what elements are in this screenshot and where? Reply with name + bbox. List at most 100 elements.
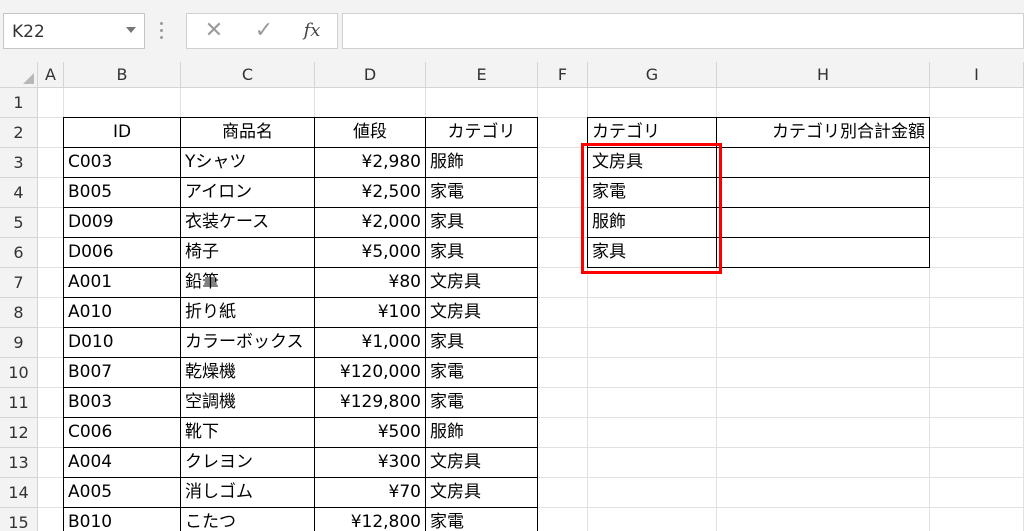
table1-cell-category[interactable]: 家具 [426,208,538,238]
table1-cell-id[interactable]: A005 [64,478,181,508]
column-header-d[interactable]: D [315,62,426,88]
row-header-15[interactable]: 15 [0,508,38,531]
table2-cell-total[interactable] [717,208,930,238]
row-header-14[interactable]: 14 [0,478,38,508]
cell[interactable] [588,88,717,118]
cell[interactable] [38,238,64,268]
cell[interactable] [930,178,1024,208]
table2-cell-category[interactable]: 服飾 [588,208,717,238]
cell[interactable] [717,508,930,531]
cell[interactable] [181,88,315,118]
table1-cell-category[interactable]: 文房具 [426,478,538,508]
table1-cell-price[interactable]: ¥5,000 [315,238,426,268]
cancel-icon[interactable]: ✕ [199,18,229,44]
cell[interactable] [64,88,181,118]
table1-header-price[interactable]: 値段 [315,118,426,148]
insert-function-button[interactable]: fx [297,18,327,44]
row-header-12[interactable]: 12 [0,418,38,448]
row-header-5[interactable]: 5 [0,208,38,238]
cell[interactable] [717,268,930,298]
table1-cell-price[interactable]: ¥2,000 [315,208,426,238]
cell[interactable] [930,508,1024,531]
row-header-10[interactable]: 10 [0,358,38,388]
select-all-button[interactable] [0,62,38,88]
table1-cell-category[interactable]: 家具 [426,238,538,268]
cell[interactable] [38,478,64,508]
table1-cell-product-name[interactable]: 靴下 [181,418,315,448]
table1-cell-category[interactable]: 家電 [426,178,538,208]
table1-cell-price[interactable]: ¥80 [315,268,426,298]
cell[interactable] [426,88,538,118]
cell[interactable] [38,358,64,388]
cell[interactable] [930,448,1024,478]
cell[interactable] [538,238,588,268]
cell[interactable] [930,388,1024,418]
table1-cell-product-name[interactable]: 折り紙 [181,298,315,328]
cell[interactable] [930,148,1024,178]
formula-input[interactable] [342,13,1024,49]
table1-cell-category[interactable]: 文房具 [426,448,538,478]
table1-cell-price[interactable]: ¥12,800 [315,508,426,531]
table1-cell-id[interactable]: C006 [64,418,181,448]
cell[interactable] [930,208,1024,238]
cell[interactable] [717,418,930,448]
cell[interactable] [538,118,588,148]
cell[interactable] [930,478,1024,508]
column-header-h[interactable]: H [717,62,930,88]
column-header-g[interactable]: G [588,62,717,88]
cell[interactable] [538,448,588,478]
cell[interactable] [930,298,1024,328]
table1-header-id[interactable]: ID [64,118,181,148]
table1-cell-category[interactable]: 家電 [426,388,538,418]
cell[interactable] [538,208,588,238]
cell[interactable] [717,298,930,328]
table1-cell-id[interactable]: B003 [64,388,181,418]
row-header-8[interactable]: 8 [0,298,38,328]
column-header-a[interactable]: A [38,62,64,88]
cell[interactable] [588,328,717,358]
cell[interactable] [588,448,717,478]
column-header-e[interactable]: E [426,62,538,88]
row-header-7[interactable]: 7 [0,268,38,298]
table2-header-category[interactable]: カテゴリ [588,118,717,148]
cell[interactable] [588,508,717,531]
table1-cell-id[interactable]: A010 [64,298,181,328]
cell[interactable] [38,388,64,418]
row-header-9[interactable]: 9 [0,328,38,358]
table2-cell-total[interactable] [717,148,930,178]
cell[interactable] [538,88,588,118]
column-header-f[interactable]: F [538,62,588,88]
name-box[interactable]: K22 [3,13,145,49]
table1-cell-product-name[interactable]: 乾燥機 [181,358,315,388]
row-header-2[interactable]: 2 [0,118,38,148]
table2-cell-category[interactable]: 家具 [588,238,717,268]
table2-cell-category[interactable]: 文房具 [588,148,717,178]
table1-cell-id[interactable]: B007 [64,358,181,388]
table1-cell-id[interactable]: B005 [64,178,181,208]
cell[interactable] [538,268,588,298]
table1-cell-category[interactable]: 家具 [426,328,538,358]
cell[interactable] [38,418,64,448]
cell[interactable] [717,88,930,118]
table2-header-total[interactable]: カテゴリ別合計金額 [717,118,930,148]
table1-cell-product-name[interactable]: 椅子 [181,238,315,268]
table1-cell-category[interactable]: 服飾 [426,418,538,448]
table1-cell-price[interactable]: ¥300 [315,448,426,478]
enter-icon[interactable]: ✓ [249,18,279,44]
cell[interactable] [717,388,930,418]
row-header-6[interactable]: 6 [0,238,38,268]
column-header-b[interactable]: B [64,62,181,88]
cell[interactable] [538,328,588,358]
cell[interactable] [588,358,717,388]
table1-cell-product-name[interactable]: 衣装ケース [181,208,315,238]
cell[interactable] [930,358,1024,388]
table1-cell-product-name[interactable]: こたつ [181,508,315,531]
table1-cell-product-name[interactable]: Yシャツ [181,148,315,178]
cell[interactable] [930,88,1024,118]
cell[interactable] [38,178,64,208]
table1-cell-product-name[interactable]: クレヨン [181,448,315,478]
cell[interactable] [538,388,588,418]
table1-cell-price[interactable]: ¥2,500 [315,178,426,208]
cell[interactable] [38,118,64,148]
cell[interactable] [717,478,930,508]
